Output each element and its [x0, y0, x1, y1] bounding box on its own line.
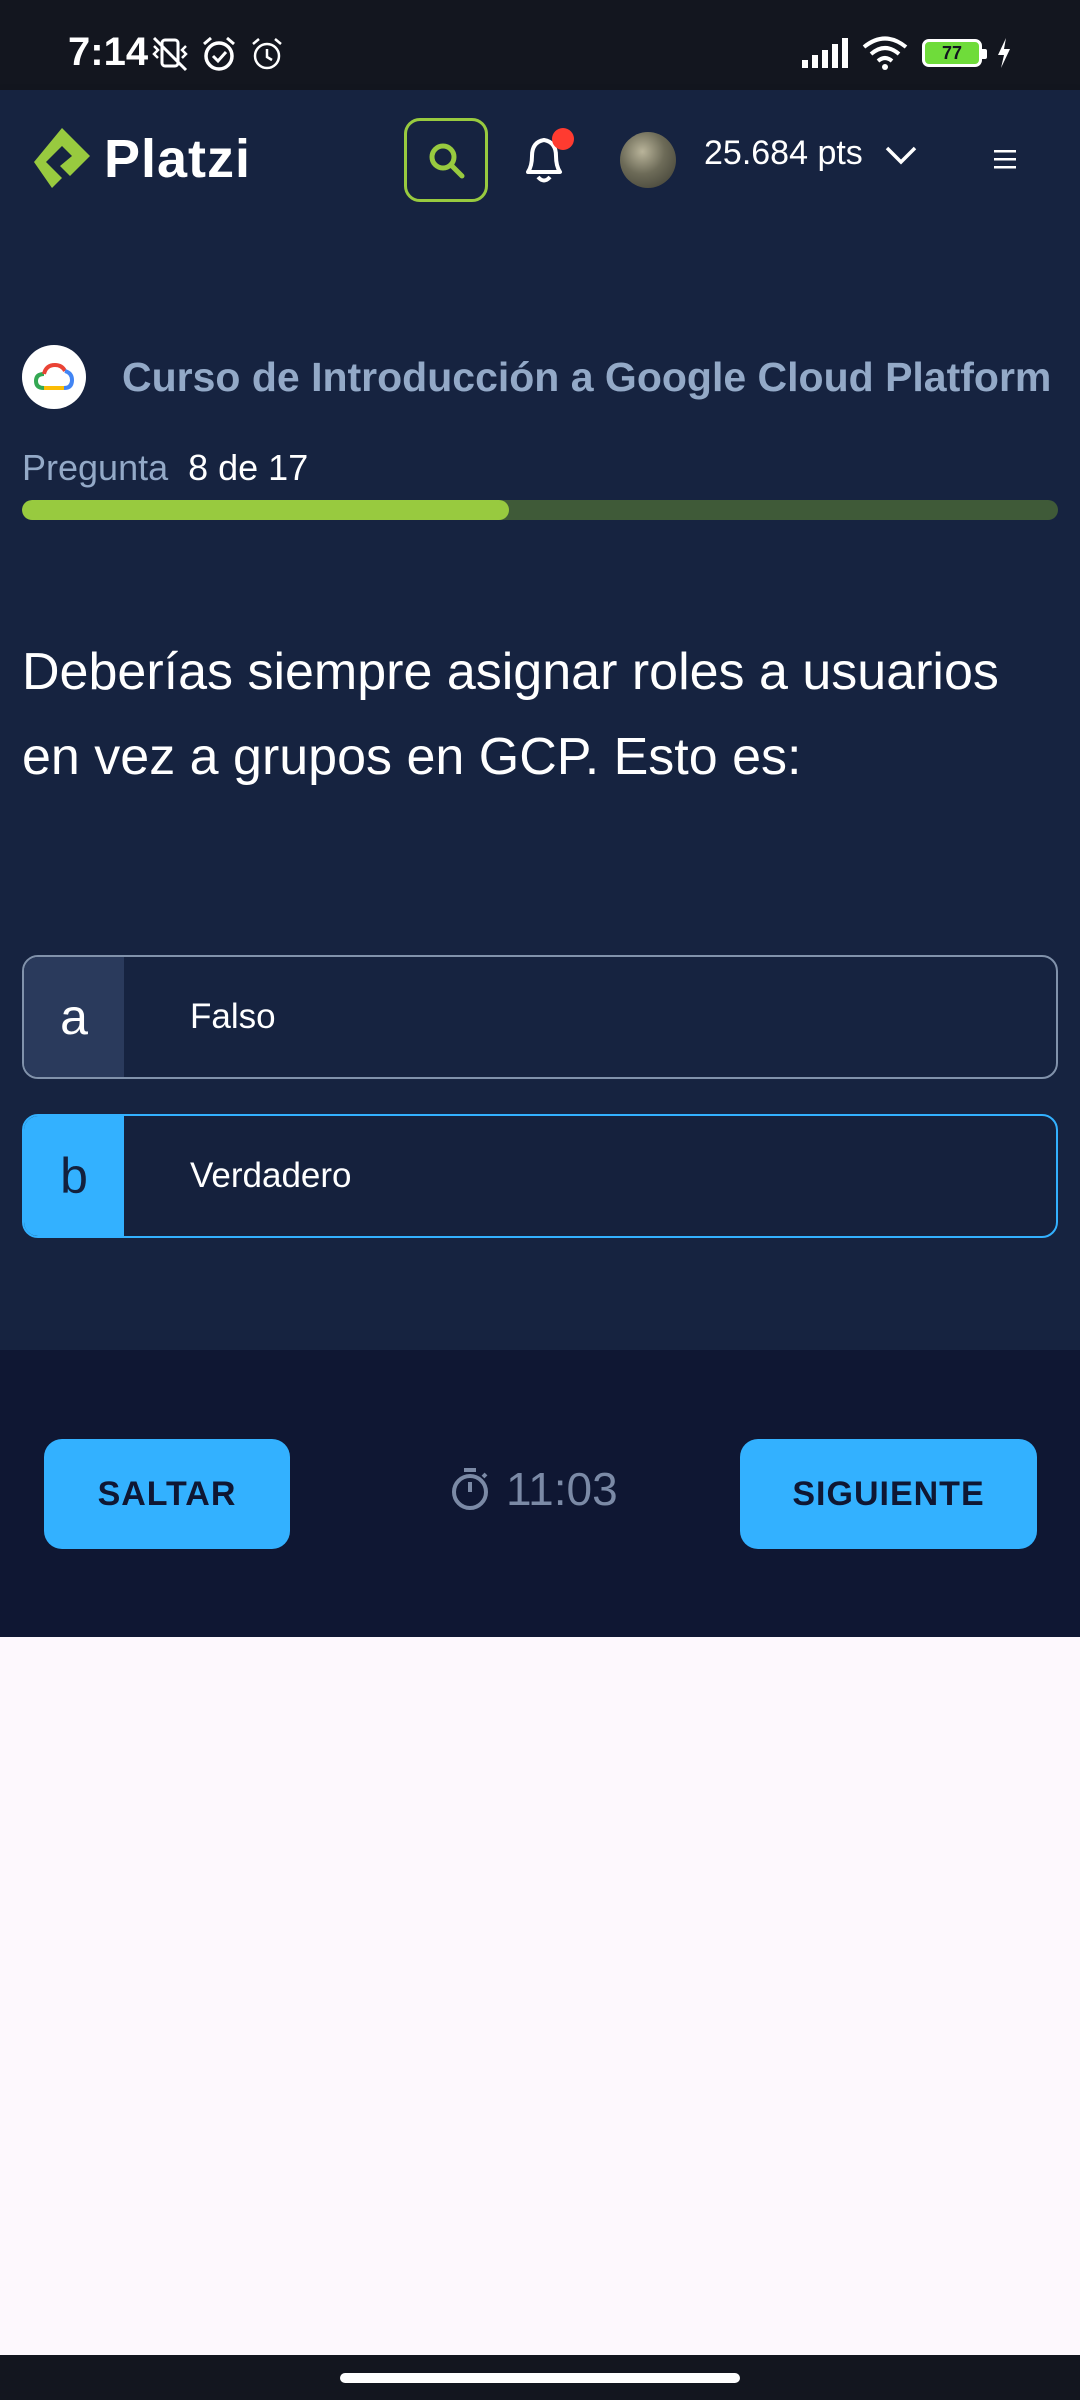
platzi-logo[interactable]: Platzi — [30, 124, 251, 194]
quiz-content: Curso de Introducción a Google Cloud Pla… — [0, 235, 1080, 1350]
wifi-icon — [862, 36, 908, 70]
search-button[interactable] — [404, 118, 488, 202]
course-title: Curso de Introducción a Google Cloud Pla… — [122, 353, 1052, 400]
status-icons-left — [150, 36, 286, 72]
app-header: Platzi 25.684 pts — [0, 90, 1080, 235]
skip-button[interactable]: SALTAR — [44, 1439, 290, 1549]
chevron-down-icon[interactable] — [884, 144, 918, 166]
battery-icon: 77 — [922, 39, 987, 67]
answer-option-b[interactable]: b Verdadero — [22, 1114, 1058, 1238]
search-icon — [429, 143, 465, 179]
option-text: Verdadero — [190, 1156, 352, 1195]
question-text: Deberías siempre asignar roles a usuario… — [22, 643, 999, 786]
next-button[interactable]: SIGUIENTE — [740, 1439, 1037, 1549]
alarm-icon — [203, 36, 235, 71]
option-text: Falso — [190, 997, 276, 1036]
logo-text: Platzi — [104, 129, 252, 189]
option-letter: a — [24, 957, 124, 1077]
progress-value: 8 de 17 — [188, 447, 309, 488]
vibrate-off-icon — [152, 36, 188, 72]
avatar[interactable] — [620, 132, 676, 188]
progress-prefix: Pregunta — [22, 447, 169, 488]
google-cloud-icon — [22, 345, 86, 409]
progress-bar — [22, 500, 1058, 520]
battery-level: 77 — [941, 42, 963, 63]
status-time: 7:14 — [68, 30, 149, 74]
system-navigation-bar — [0, 2355, 1080, 2400]
answer-option-a[interactable]: a Falso — [22, 955, 1058, 1079]
course-header: Curso de Introducción a Google Cloud Pla… — [22, 345, 1051, 409]
signal-icon — [802, 38, 848, 68]
charging-icon — [998, 38, 1010, 68]
home-indicator[interactable] — [340, 2373, 740, 2383]
notifications-button[interactable] — [514, 128, 578, 192]
hamburger-menu-icon[interactable] — [988, 144, 1022, 174]
alarm-clock-icon — [252, 38, 282, 70]
stopwatch-icon — [452, 1468, 488, 1510]
platzi-logo-icon — [34, 128, 90, 188]
notification-badge — [552, 128, 574, 150]
status-icons-right: 77 — [800, 36, 1012, 70]
progress-bar-fill — [22, 500, 509, 520]
quiz-footer: SALTAR 11:03 SIGUIENTE — [0, 1350, 1080, 1637]
points-label[interactable]: 25.684 pts — [704, 134, 863, 173]
timer: 11:03 — [450, 1462, 618, 1516]
question-progress-label: Pregunta 8 de 17 — [22, 447, 308, 489]
status-bar: 7:14 77 — [0, 0, 1080, 90]
timer-value: 11:03 — [506, 1463, 618, 1515]
option-letter: b — [24, 1116, 124, 1236]
